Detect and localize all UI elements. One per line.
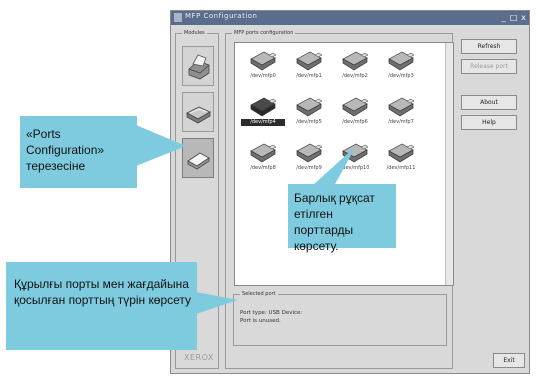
port-label: /dev/mfp4 — [241, 119, 285, 126]
callout-port-type: Құрылғы порты мен жағдайына қосылған пор… — [6, 262, 197, 350]
port-label: /dev/mfp6 — [342, 119, 368, 125]
usb-port-icon — [342, 143, 369, 163]
title-bar: MFP Configuration _ □ x — [171, 11, 529, 25]
scanner-icon — [186, 106, 211, 124]
xerox-logo: XEROX — [184, 353, 214, 362]
port-item[interactable]: /dev/mfp1 — [287, 49, 331, 85]
port-type-text: Port type: USB Device: — [240, 310, 303, 316]
callout-all-ports: Барлық рұқсат етілген порттарды көрсету. — [288, 184, 396, 253]
port-item[interactable]: /dev/mfp6 — [333, 95, 377, 131]
port-item[interactable]: /dev/mfp0 — [241, 49, 285, 85]
port-item[interactable]: /dev/mfp2 — [333, 49, 377, 85]
usb-port-icon — [342, 97, 369, 117]
ports-configuration-legend: MFP ports configuration — [232, 29, 296, 37]
port-item[interactable]: /dev/mfp3 — [379, 49, 423, 85]
port-label: /dev/mfp8 — [250, 165, 276, 171]
usb-port-icon — [388, 143, 415, 163]
port-item[interactable]: /dev/mfp7 — [379, 95, 423, 131]
usb-port-icon — [250, 97, 277, 117]
usb-port-icon — [388, 97, 415, 117]
selected-port-legend: Selected port — [240, 290, 278, 298]
about-button[interactable]: About — [461, 95, 517, 110]
minimize-icon[interactable]: _ — [499, 13, 508, 22]
usb-port-icon — [250, 51, 277, 71]
port-status-text: Port is unused. — [240, 318, 281, 324]
port-item[interactable]: /dev/mfp5 — [287, 95, 331, 131]
usb-port-icon — [296, 97, 323, 117]
port-item[interactable]: /dev/mfp11 — [379, 141, 423, 177]
window-menu-icon[interactable] — [174, 13, 182, 22]
refresh-button[interactable]: Refresh — [461, 39, 517, 54]
port-item[interactable]: /dev/mfp10 — [333, 141, 377, 177]
port-label: /dev/mfp10 — [340, 165, 370, 171]
exit-button[interactable]: Exit — [493, 353, 525, 368]
scrollbar[interactable] — [445, 43, 453, 285]
callout-ports-configuration-text: «Ports Configuration» терезесіне — [26, 127, 105, 173]
port-label: /dev/mfp11 — [386, 165, 416, 171]
usb-port-icon — [388, 51, 415, 71]
scanner-module-button[interactable] — [182, 92, 214, 132]
port-item[interactable]: /dev/mfp4 — [241, 95, 285, 131]
usb-port-icon — [250, 143, 277, 163]
window-title: MFP Configuration — [185, 12, 258, 20]
port-label: /dev/mfp5 — [296, 119, 322, 125]
port-item[interactable]: /dev/mfp8 — [241, 141, 285, 177]
ports-configuration-module-button[interactable] — [182, 138, 214, 178]
callout-all-ports-text: Барлық рұқсат етілген порттарды көрсету. — [294, 191, 375, 253]
ports-configuration-icon — [187, 152, 210, 170]
usb-port-icon — [296, 51, 323, 71]
selected-port-group: Selected port Port type: USB Device: Por… — [233, 290, 447, 346]
port-label: /dev/mfp9 — [296, 165, 322, 171]
port-label: /dev/mfp2 — [342, 73, 368, 79]
release-port-button[interactable]: Release port — [461, 59, 517, 74]
port-label: /dev/mfp0 — [250, 73, 276, 79]
port-item[interactable]: /dev/mfp9 — [287, 141, 331, 177]
printer-module-button[interactable] — [182, 46, 214, 86]
port-label: /dev/mfp7 — [388, 119, 414, 125]
modules-legend: Modules — [182, 29, 207, 37]
callout-ports-configuration: «Ports Configuration» терезесіне — [20, 116, 137, 188]
port-label: /dev/mfp3 — [388, 73, 414, 79]
port-label: /dev/mfp1 — [296, 73, 322, 79]
callout-port-type-text: Құрылғы порты мен жағдайына қосылған пор… — [14, 277, 192, 307]
help-button[interactable]: Help — [461, 115, 517, 130]
printer-icon — [188, 54, 210, 80]
maximize-icon[interactable]: □ — [509, 13, 518, 22]
usb-port-icon — [296, 143, 323, 163]
usb-port-icon — [342, 51, 369, 71]
close-icon[interactable]: x — [519, 13, 528, 22]
